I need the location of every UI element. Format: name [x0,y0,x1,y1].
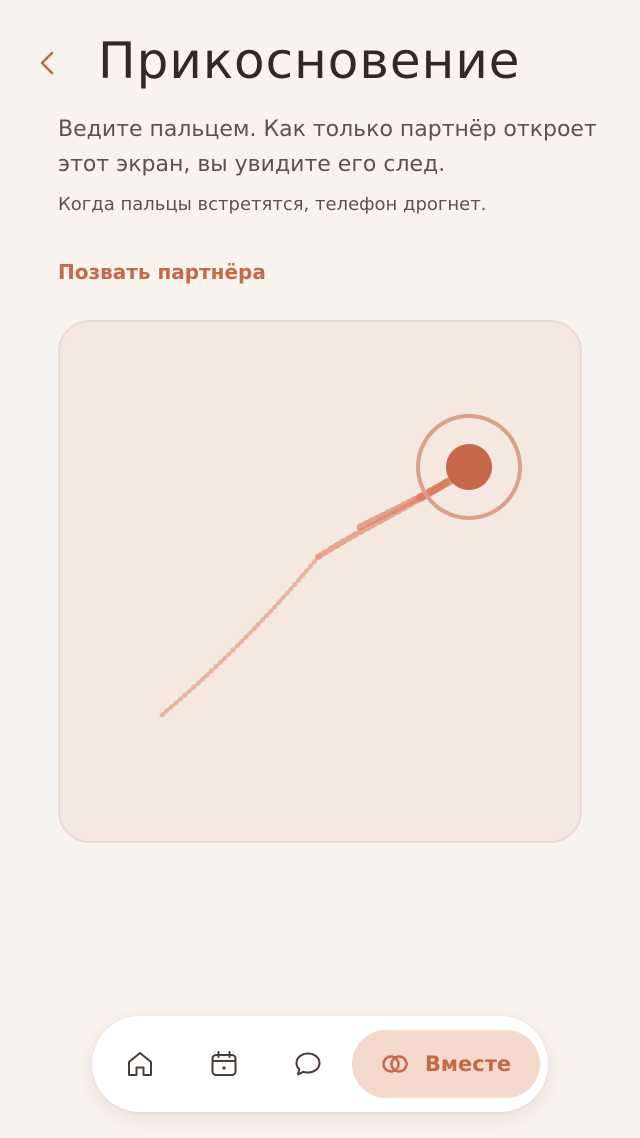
finger-trail [159,474,459,718]
interlocked-rings-icon [382,1055,408,1073]
touch-canvas[interactable] [58,320,582,843]
tab-together-label: Вместе [424,1052,512,1076]
calendar-icon [211,1051,237,1076]
chevron-left-icon [40,51,54,75]
tab-chat[interactable] [280,1030,336,1098]
hint-text: Когда пальцы встретятся, телефон дрогнет… [58,194,487,215]
invite-partner-link[interactable]: Позвать партнёра [58,256,266,288]
touch-point-dot [446,444,492,490]
chat-bubble-icon [295,1052,321,1076]
tab-bar: Вместе [92,1016,548,1112]
page-title: Прикосновение [98,32,521,90]
header: Прикосновение [0,0,640,110]
instructions-text: Ведите пальцем. Как только партнёр откро… [58,117,597,177]
tab-calendar[interactable] [196,1030,252,1098]
back-button[interactable] [30,44,64,82]
home-icon [128,1052,152,1076]
touch-trail-layer [159,414,522,718]
tab-together[interactable]: Вместе [352,1030,540,1098]
tab-home[interactable] [112,1030,168,1098]
